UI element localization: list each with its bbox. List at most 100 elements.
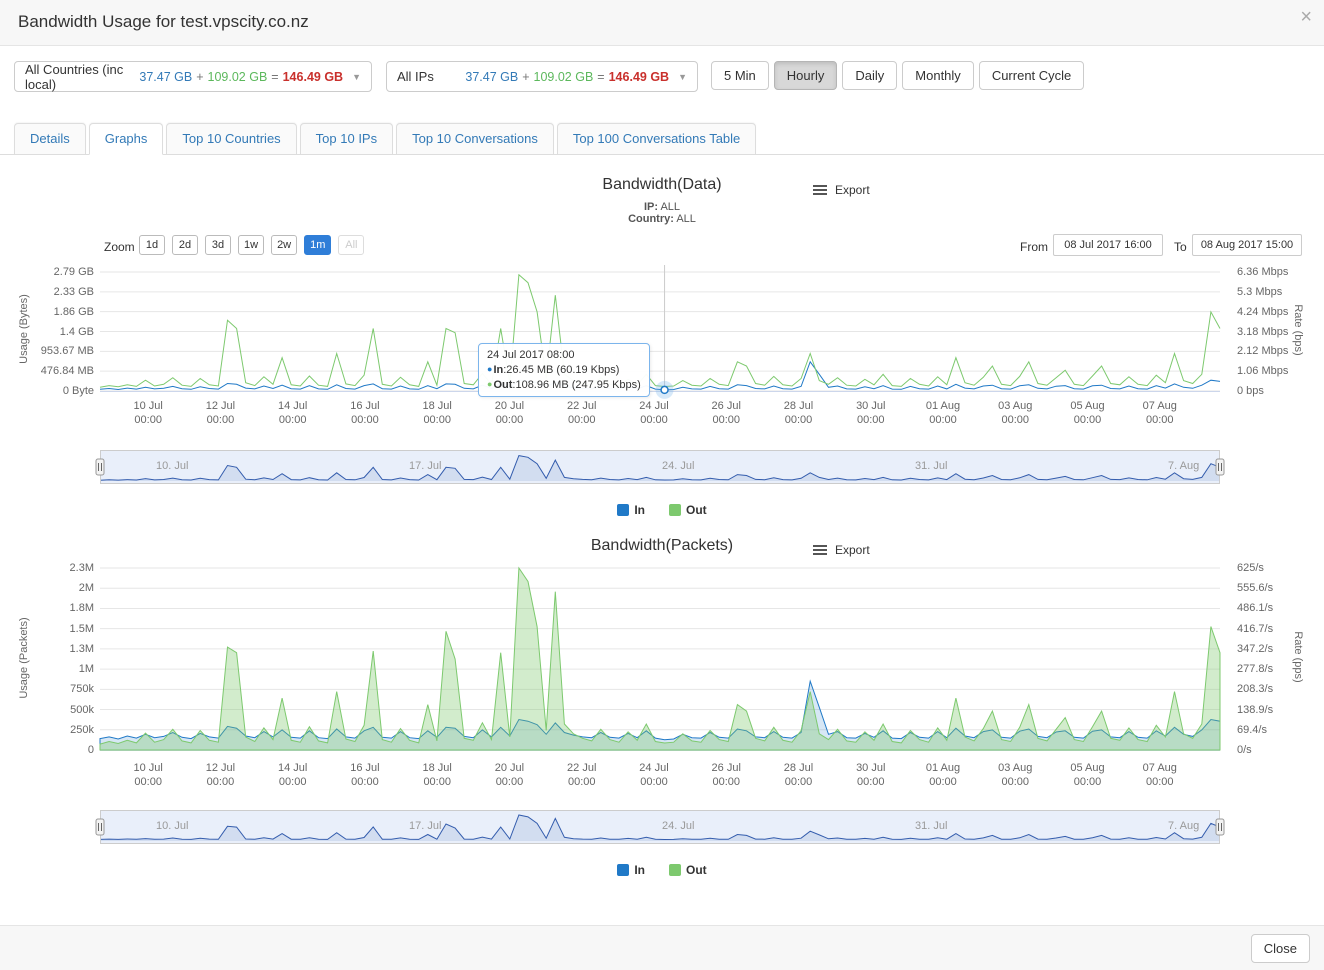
x-tick-date: 24 Jul: [622, 761, 686, 775]
y-axis-tick-label: 476.84 MB: [20, 365, 94, 377]
y-axis-tick-label: 0: [20, 744, 94, 756]
x-axis-tick-label: 05 Aug00:00: [1056, 761, 1120, 789]
x-axis-tick-label: 10 Jul00:00: [116, 761, 180, 789]
x-tick-date: 01 Aug: [911, 399, 975, 413]
y-axis-tick-label-right: 208.3/s: [1237, 683, 1311, 695]
x-axis-tick-label: 20 Jul00:00: [477, 399, 541, 427]
navigator-handle-left[interactable]: [96, 459, 104, 475]
y-axis-tick-label-right: 5.3 Mbps: [1237, 286, 1311, 298]
tooltip-date: 24 Jul 2017 08:00: [487, 349, 641, 361]
y-axis-tick-label-right: 416.7/s: [1237, 623, 1311, 635]
y-axis-tick-label: 1.4 GB: [20, 326, 94, 338]
x-tick-date: 14 Jul: [261, 761, 325, 775]
tooltip-out-label: Out: [493, 379, 512, 391]
close-button[interactable]: Close: [1251, 934, 1310, 963]
range-navigator[interactable]: [100, 450, 1220, 484]
x-tick-time: 00:00: [333, 775, 397, 789]
navigator-handle-right[interactable]: [1216, 459, 1224, 475]
chart-plot-area[interactable]: [100, 265, 1220, 394]
x-tick-date: 07 Aug: [1128, 761, 1192, 775]
x-tick-date: 26 Jul: [694, 761, 758, 775]
y-axis-tick-label: 1.8M: [20, 602, 94, 614]
x-tick-date: 12 Jul: [188, 399, 252, 413]
navigator-handle-left[interactable]: [96, 819, 104, 835]
x-tick-time: 00:00: [839, 775, 903, 789]
bandwidth-usage-modal: Bandwidth Usage for test.vpscity.co.nz ×…: [0, 0, 1324, 970]
x-axis-tick-label: 10 Jul00:00: [116, 399, 180, 427]
x-tick-time: 00:00: [1056, 413, 1120, 427]
x-tick-time: 00:00: [911, 775, 975, 789]
y-axis-tick-label: 1M: [20, 663, 94, 675]
range-navigator[interactable]: [100, 810, 1220, 844]
tab-graphs[interactable]: Graphs: [89, 123, 164, 155]
y-axis-tick-label-right: 555.6/s: [1237, 582, 1311, 594]
x-tick-time: 00:00: [116, 775, 180, 789]
x-tick-time: 00:00: [188, 775, 252, 789]
modal-footer: Close: [0, 925, 1324, 970]
x-tick-time: 00:00: [1056, 775, 1120, 789]
y-axis-tick-label-right: 277.8/s: [1237, 663, 1311, 675]
series-out-path: [100, 568, 1220, 750]
y-axis-tick-label: 1.86 GB: [20, 306, 94, 318]
y-axis-tick-label: 500k: [20, 704, 94, 716]
y-axis-tick-label: 2.33 GB: [20, 286, 94, 298]
y-axis-tick-label: 2M: [20, 582, 94, 594]
y-axis-tick-label: 2.3M: [20, 562, 94, 574]
tooltip-in-label: In: [493, 364, 503, 376]
x-tick-time: 00:00: [405, 775, 469, 789]
navigator-date-label: 10. Jul: [156, 820, 188, 832]
x-tick-time: 00:00: [188, 413, 252, 427]
x-axis-tick-label: 24 Jul00:00: [622, 399, 686, 427]
x-axis-tick-label: 28 Jul00:00: [766, 399, 830, 427]
x-tick-date: 03 Aug: [983, 399, 1047, 413]
x-axis-tick-label: 20 Jul00:00: [477, 761, 541, 789]
x-axis-tick-label: 01 Aug00:00: [911, 761, 975, 789]
x-axis-tick-label: 28 Jul00:00: [766, 761, 830, 789]
x-tick-date: 28 Jul: [766, 399, 830, 413]
x-tick-time: 00:00: [983, 413, 1047, 427]
x-tick-time: 00:00: [116, 413, 180, 427]
tooltip-in-line: ●In:26.45 MB (60.19 Kbps): [487, 364, 641, 376]
navigator-date-label: 10. Jul: [156, 460, 188, 472]
x-axis-tick-label: 22 Jul00:00: [550, 399, 614, 427]
navigator-handle-right[interactable]: [1216, 819, 1224, 835]
out-series-bullet-icon: ●: [487, 379, 492, 389]
y-axis-tick-label: 953.67 MB: [20, 345, 94, 357]
x-tick-time: 00:00: [622, 413, 686, 427]
x-tick-time: 00:00: [766, 413, 830, 427]
x-axis-tick-label: 30 Jul00:00: [839, 761, 903, 789]
x-tick-time: 00:00: [911, 413, 975, 427]
chart-plot-area[interactable]: [100, 560, 1220, 753]
tooltip-in-value: 26.45 MB (60.19 Kbps): [506, 364, 619, 376]
x-tick-date: 30 Jul: [839, 399, 903, 413]
x-axis-tick-label: 16 Jul00:00: [333, 761, 397, 789]
x-tick-time: 00:00: [550, 413, 614, 427]
x-axis-tick-label: 16 Jul00:00: [333, 399, 397, 427]
y-axis-tick-label-right: 3.18 Mbps: [1237, 326, 1311, 338]
x-axis-tick-label: 18 Jul00:00: [405, 399, 469, 427]
y-axis-tick-label: 1.5M: [20, 623, 94, 635]
x-tick-date: 20 Jul: [477, 761, 541, 775]
y-axis-tick-label-right: 347.2/s: [1237, 643, 1311, 655]
x-axis-tick-label: 24 Jul00:00: [622, 761, 686, 789]
x-tick-date: 22 Jul: [550, 761, 614, 775]
x-axis-tick-label: 14 Jul00:00: [261, 399, 325, 427]
y-axis-tick-label-right: 486.1/s: [1237, 602, 1311, 614]
x-axis-tick-label: 03 Aug00:00: [983, 399, 1047, 427]
y-axis-tick-label-right: 2.12 Mbps: [1237, 345, 1311, 357]
x-tick-date: 30 Jul: [839, 761, 903, 775]
x-tick-time: 00:00: [694, 413, 758, 427]
x-tick-time: 00:00: [261, 413, 325, 427]
x-tick-time: 00:00: [405, 413, 469, 427]
navigator-date-label: 17. Jul: [409, 460, 441, 472]
y-axis-tick-label: 250k: [20, 724, 94, 736]
x-tick-date: 05 Aug: [1056, 761, 1120, 775]
x-tick-date: 16 Jul: [333, 761, 397, 775]
y-axis-tick-label-right: 4.24 Mbps: [1237, 306, 1311, 318]
x-axis-tick-label: 30 Jul00:00: [839, 399, 903, 427]
x-tick-date: 18 Jul: [405, 399, 469, 413]
x-tick-date: 10 Jul: [116, 399, 180, 413]
navigator-date-label: 31. Jul: [915, 820, 947, 832]
x-tick-date: 10 Jul: [116, 761, 180, 775]
x-axis-tick-label: 07 Aug00:00: [1128, 399, 1192, 427]
